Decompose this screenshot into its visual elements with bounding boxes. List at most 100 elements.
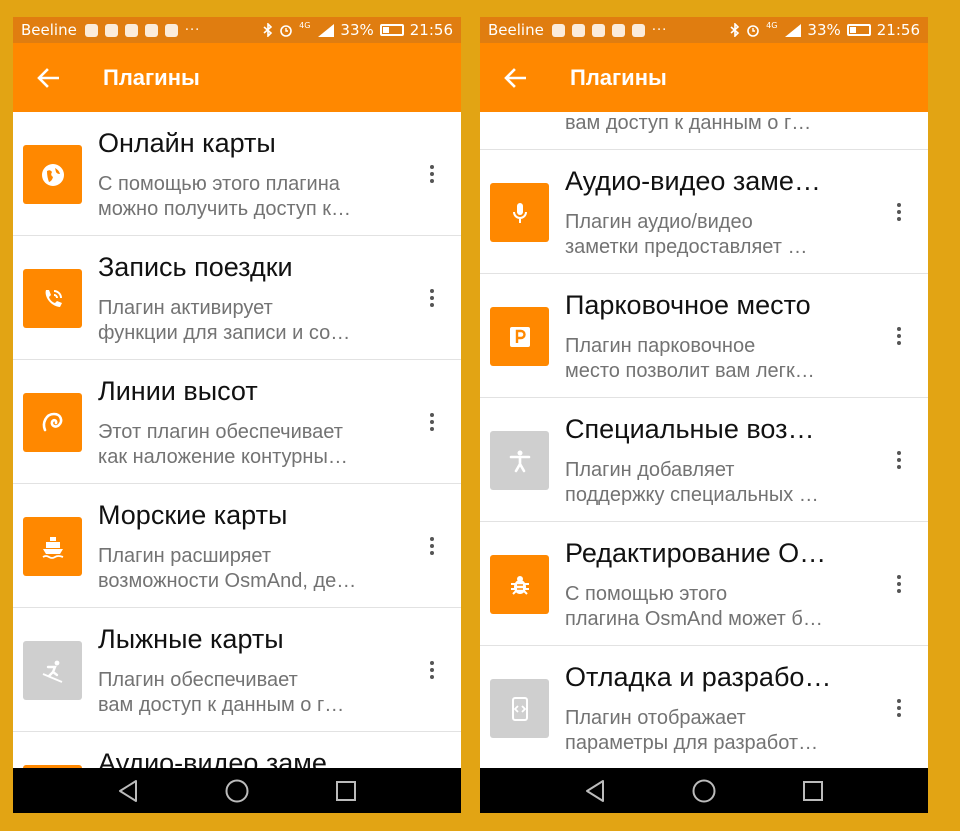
plugin-item-online-maps[interactable]: Онлайн карты С помощью этого плагина мож…	[13, 112, 461, 236]
description-line: можно получить доступ к…	[98, 198, 351, 220]
carrier-name: Beeline	[21, 21, 77, 39]
more-vert-icon	[430, 544, 434, 548]
contour-icon	[42, 412, 62, 431]
plugin-icon-tile	[23, 393, 82, 452]
back-button[interactable]	[480, 43, 550, 112]
bluetooth-icon	[263, 23, 273, 37]
more-options-button[interactable]	[890, 694, 908, 722]
description-line: Плагин обеспечивает	[98, 669, 298, 691]
signal-icon	[316, 23, 335, 37]
more-options-button[interactable]	[423, 408, 441, 436]
bluetooth-icon	[730, 23, 740, 37]
plugin-description: Плагин расширяет возможности OsmAnd, де…	[98, 544, 398, 594]
notification-icons: ···	[551, 23, 667, 38]
description-line: вам доступ к данным о г…	[565, 112, 812, 134]
plugin-name: Специальные воз…	[565, 414, 815, 444]
plugin-item-nautical-maps[interactable]: Морские карты Плагин расширяет возможнос…	[13, 484, 461, 608]
back-button[interactable]	[13, 43, 83, 112]
plugin-description: Плагин обеспечивает вам доступ к данным …	[98, 668, 398, 718]
description-line: С помощью этого	[565, 583, 728, 605]
clock: 21:56	[409, 21, 453, 39]
page-title: Плагины	[103, 64, 200, 90]
description-line: плагина OsmAnd может б…	[565, 608, 823, 630]
plugin-icon-tile	[23, 145, 82, 204]
plugin-icon-tile	[23, 641, 82, 700]
plugin-name: Запись поездки	[98, 252, 293, 282]
status-bar: Beeline ··· 4G 33% 21:56	[480, 17, 928, 43]
alarm-icon	[280, 25, 292, 37]
mic-icon	[512, 202, 527, 223]
nav-recents-icon	[803, 780, 824, 801]
bug-icon	[510, 575, 529, 595]
nav-home-button[interactable]	[689, 776, 719, 806]
description-line: Этот плагин обеспечивает	[98, 421, 343, 443]
more-vert-icon	[430, 172, 434, 176]
app-bar: Плагины	[13, 43, 461, 112]
plugin-item-ski-maps[interactable]: Лыжные карты Плагин обеспечивает вам дос…	[13, 608, 461, 732]
plugin-description: С помощью этого плагина можно получить д…	[98, 172, 398, 222]
plugin-item-accessibility[interactable]: Специальные воз… Плагин добавляет поддер…	[480, 398, 928, 522]
plugin-name: Онлайн карты	[98, 128, 276, 158]
plugin-icon-tile	[490, 431, 549, 490]
nav-home-button[interactable]	[222, 776, 252, 806]
plugin-icon-tile	[490, 679, 549, 738]
accessibility-icon	[509, 450, 530, 472]
more-options-button[interactable]	[890, 322, 908, 350]
description-line: Плагин отображает	[565, 707, 746, 729]
more-options-button[interactable]	[890, 446, 908, 474]
notification-icon	[124, 23, 138, 37]
nav-back-button[interactable]	[113, 776, 143, 806]
plugin-item-development[interactable]: Отладка и разрабо… Плагин отображает пар…	[480, 646, 928, 768]
arrow-back-icon	[37, 67, 59, 88]
notification-icon	[591, 23, 605, 37]
plugin-item-audio-video-notes[interactable]: Аудио-видео заме…	[13, 732, 461, 768]
description-line: как наложение контурны…	[98, 446, 348, 468]
plugin-description: Плагин отображает параметры для разработ…	[565, 706, 865, 756]
description-line: поддержку специальных …	[565, 484, 819, 506]
plugin-item-ski-maps-partial[interactable]: вам доступ к данным о г…	[480, 112, 928, 150]
battery-percent: 33%	[340, 21, 374, 39]
plugin-item-trip-recording[interactable]: Запись поездки Плагин активирует функции…	[13, 236, 461, 360]
plugin-name: Аудио-видео заме…	[565, 166, 821, 196]
more-vert-icon	[897, 706, 901, 710]
plugin-name: Отладка и разрабо…	[565, 662, 832, 692]
plugin-item-osm-editing[interactable]: Редактирование О… С помощью этого плагин…	[480, 522, 928, 646]
alarm-icon	[747, 25, 759, 37]
more-options-button[interactable]	[890, 198, 908, 226]
battery-icon	[846, 24, 871, 36]
description-line: функции для записи и со…	[98, 322, 351, 344]
more-vert-icon	[897, 582, 901, 586]
plugin-item-parking-place[interactable]: Парковочное место Плагин парковочное мес…	[480, 274, 928, 398]
nav-recents-button[interactable]	[798, 776, 828, 806]
more-options-button[interactable]	[890, 570, 908, 598]
notification-icon	[551, 23, 565, 37]
description-line: Плагин аудио/видео	[565, 211, 753, 233]
notification-icon	[84, 23, 98, 37]
plugin-icon-tile	[490, 183, 549, 242]
nav-back-button[interactable]	[580, 776, 610, 806]
description-line: возможности OsmAnd, де…	[98, 570, 357, 592]
plugins-list[interactable]: Онлайн карты С помощью этого плагина мож…	[13, 112, 461, 768]
plugin-name: Аудио-видео заме…	[98, 748, 354, 768]
notification-icon	[631, 23, 645, 37]
plugin-name: Морские карты	[98, 500, 288, 530]
plugin-item-audio-video-notes[interactable]: Аудио-видео заме… Плагин аудио/видео зам…	[480, 150, 928, 274]
clock: 21:56	[876, 21, 920, 39]
description-line: заметки предоставляет …	[565, 236, 808, 258]
more-notifications-icon: ···	[184, 22, 201, 38]
plugin-item-contour-lines[interactable]: Линии высот Этот плагин обеспечивает как…	[13, 360, 461, 484]
nav-recents-icon	[336, 780, 357, 801]
more-options-button[interactable]	[423, 656, 441, 684]
description-line: Плагин расширяет	[98, 545, 272, 567]
more-vert-icon	[430, 420, 434, 424]
more-options-button[interactable]	[423, 284, 441, 312]
nav-recents-button[interactable]	[331, 776, 361, 806]
plugins-list[interactable]: вам доступ к данным о г… Аудио-видео зам…	[480, 112, 928, 768]
nav-home-icon	[692, 779, 716, 802]
notification-icon	[611, 23, 625, 37]
more-options-button[interactable]	[423, 160, 441, 188]
trip-record-icon	[45, 289, 62, 307]
plugin-description: Плагин парковочное место позволит вам ле…	[565, 334, 865, 384]
more-options-button[interactable]	[423, 532, 441, 560]
plugin-name: Лыжные карты	[98, 624, 284, 654]
